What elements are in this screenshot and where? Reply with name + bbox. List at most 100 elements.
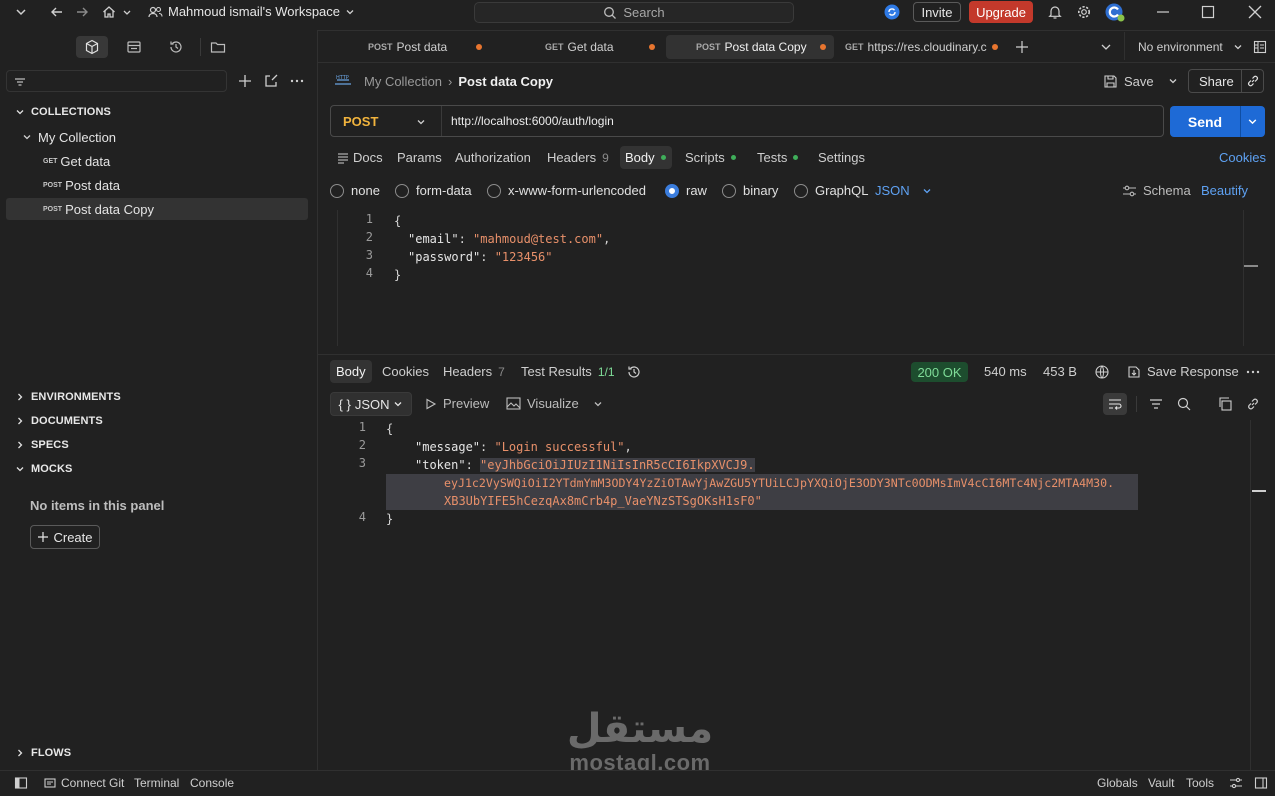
tab-label: Docs xyxy=(353,150,383,165)
schema-button[interactable]: Schema xyxy=(1122,183,1191,198)
tabs-overflow-chevron-icon[interactable] xyxy=(1098,39,1114,55)
send-button[interactable]: Send xyxy=(1170,106,1265,137)
environments-header[interactable]: ENVIRONMENTS xyxy=(16,391,121,403)
cookies-link[interactable]: Cookies xyxy=(1219,150,1266,165)
tab-method: POST xyxy=(696,42,721,52)
tab-scripts[interactable]: Scripts xyxy=(685,150,736,165)
response-tab-test-results[interactable]: Test Results 1/1 xyxy=(521,364,615,379)
radio-raw[interactable]: raw xyxy=(665,183,707,198)
forward-arrow-icon[interactable] xyxy=(74,4,90,20)
environments-tab[interactable] xyxy=(118,36,150,58)
share-button[interactable]: Share xyxy=(1188,69,1264,93)
more-options-icon[interactable] xyxy=(1245,364,1261,380)
tab-params[interactable]: Params xyxy=(397,150,442,165)
new-edit-icon[interactable] xyxy=(263,73,279,89)
back-arrow-icon[interactable] xyxy=(49,4,65,20)
filter-icon[interactable] xyxy=(1148,396,1164,412)
connect-git-button[interactable]: Connect Git xyxy=(44,776,124,790)
response-format-selector[interactable]: { } JSON xyxy=(330,392,412,416)
response-tab-headers[interactable]: Headers 7 xyxy=(443,364,505,379)
more-options-icon[interactable] xyxy=(289,73,305,89)
filter-input[interactable] xyxy=(6,70,227,92)
collection-item[interactable]: My Collection xyxy=(6,126,308,148)
vault-button[interactable]: Vault xyxy=(1148,776,1174,790)
tab-authorization[interactable]: Authorization xyxy=(455,150,531,165)
console-button[interactable]: Console xyxy=(190,776,234,790)
sidebar-request-get-data[interactable]: GET Get data xyxy=(6,150,308,172)
wrap-lines-button[interactable] xyxy=(1103,393,1127,415)
search-bar[interactable]: Search xyxy=(474,2,794,23)
radio-graphql[interactable]: GraphQL xyxy=(794,183,868,198)
beautify-button[interactable]: Beautify xyxy=(1201,183,1248,198)
tab-post-data-copy[interactable]: POST Post data Copy xyxy=(666,35,834,59)
avatar[interactable] xyxy=(1104,3,1126,22)
specs-header[interactable]: SPECS xyxy=(16,439,69,451)
create-button[interactable]: Create xyxy=(30,525,100,549)
tab-tests[interactable]: Tests xyxy=(757,150,799,165)
collections-header[interactable]: COLLECTIONS xyxy=(16,106,111,118)
tab-headers[interactable]: Headers 9 xyxy=(547,150,609,165)
pane-divider[interactable] xyxy=(318,354,1275,355)
method-selector[interactable]: POST xyxy=(343,114,378,129)
radio-form-data[interactable]: form-data xyxy=(395,183,472,198)
sync-icon[interactable] xyxy=(884,4,900,20)
sidebar-request-post-data[interactable]: POST Post data xyxy=(6,174,308,196)
request-name: Get data xyxy=(60,153,111,169)
response-tab-cookies[interactable]: Cookies xyxy=(382,364,429,379)
bell-icon[interactable] xyxy=(1047,4,1063,20)
radio-urlencoded[interactable]: x-www-form-urlencoded xyxy=(487,183,646,198)
home-icon[interactable] xyxy=(101,4,117,20)
mocks-header[interactable]: MOCKS xyxy=(16,463,72,475)
tab-body[interactable]: Body xyxy=(620,146,672,169)
link-icon[interactable] xyxy=(1246,74,1260,88)
toggle-sidebar-icon[interactable] xyxy=(14,776,28,790)
menu-chevron-icon[interactable] xyxy=(13,4,29,20)
upgrade-button[interactable]: Upgrade xyxy=(969,1,1033,23)
toggle-right-panel-icon[interactable] xyxy=(1254,776,1268,790)
settings-sliders-icon[interactable] xyxy=(1229,776,1243,790)
history-icon[interactable] xyxy=(626,364,642,380)
globe-icon[interactable] xyxy=(1094,364,1110,380)
sidebar-request-post-data-copy[interactable]: POST Post data Copy xyxy=(6,198,308,220)
preview-button[interactable]: Preview xyxy=(425,396,489,411)
invite-button[interactable]: Invite xyxy=(913,2,961,22)
save-response-button[interactable]: Save Response xyxy=(1127,364,1239,379)
tools-button[interactable]: Tools xyxy=(1186,776,1214,790)
globals-button[interactable]: Globals xyxy=(1097,776,1138,790)
link-icon[interactable] xyxy=(1245,396,1261,412)
environment-quicklook-icon[interactable] xyxy=(1253,40,1267,54)
home-chevron-icon[interactable] xyxy=(119,4,135,20)
save-button[interactable]: Save xyxy=(1103,70,1179,92)
tab-docs[interactable]: Docs xyxy=(337,150,383,165)
radio-none[interactable]: none xyxy=(330,183,380,198)
chevron-down-icon[interactable] xyxy=(416,117,426,127)
minimize-icon[interactable] xyxy=(1155,4,1171,20)
history-tab[interactable] xyxy=(160,36,192,58)
tab-cloudinary[interactable]: GET https://res.cloudinary.c xyxy=(845,35,998,59)
chevron-down-icon[interactable] xyxy=(1247,116,1258,127)
tab-get-data[interactable]: GET Get data xyxy=(545,35,655,59)
url-input[interactable]: http://localhost:6000/auth/login xyxy=(451,114,614,128)
copy-icon[interactable] xyxy=(1217,396,1233,412)
tab-post-data[interactable]: POST Post data xyxy=(368,35,482,59)
close-icon[interactable] xyxy=(1247,4,1263,20)
search-icon[interactable] xyxy=(1176,396,1192,412)
terminal-button[interactable]: Terminal xyxy=(134,776,179,790)
language-selector[interactable]: JSON xyxy=(875,183,932,198)
new-tab-icon[interactable] xyxy=(1014,39,1030,55)
add-icon[interactable] xyxy=(237,73,253,89)
documents-header[interactable]: DOCUMENTS xyxy=(16,415,103,427)
environment-selector[interactable]: No environment xyxy=(1138,40,1243,54)
workspace-switcher[interactable]: Mahmoud ismail's Workspace xyxy=(148,4,355,19)
response-tab-body[interactable]: Body xyxy=(330,360,372,383)
maximize-icon[interactable] xyxy=(1200,4,1216,20)
files-tab[interactable] xyxy=(202,36,234,58)
collections-tab[interactable] xyxy=(76,36,108,58)
gear-icon[interactable] xyxy=(1076,4,1092,20)
radio-binary[interactable]: binary xyxy=(722,183,778,198)
tab-settings[interactable]: Settings xyxy=(818,150,865,165)
visualize-button[interactable]: Visualize xyxy=(506,396,603,411)
flows-header[interactable]: FLOWS xyxy=(16,747,71,759)
tab-label: Post data xyxy=(396,40,448,54)
breadcrumb-collection[interactable]: My Collection xyxy=(364,74,442,89)
